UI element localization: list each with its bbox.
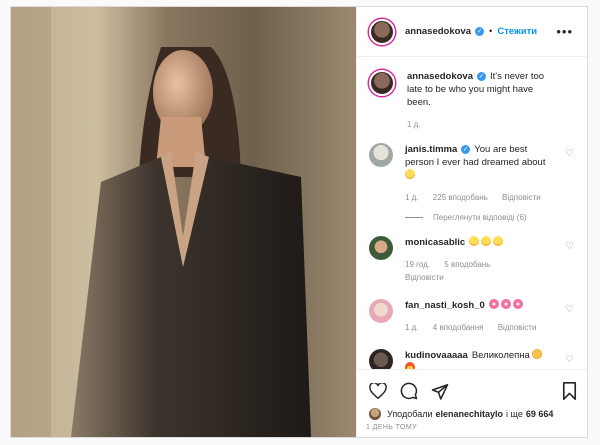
comment-time: 19 год.	[405, 260, 431, 269]
post-photo[interactable]	[11, 7, 356, 437]
comment-item: kudinovaaaaa Великолепна ♡	[369, 349, 577, 369]
replies-line	[405, 217, 423, 218]
cat-heart-eyes-emoji	[531, 349, 542, 359]
flower-emoji	[500, 299, 511, 309]
action-icons	[369, 380, 577, 402]
reply-link[interactable]: Відповісти	[498, 323, 537, 332]
comments-list[interactable]: annasedokova ✓ It's never too late to be w…	[357, 58, 587, 369]
comment-item: monicasablic 19 год. 5 вподобань Відпові…	[369, 236, 577, 284]
caption-avatar[interactable]	[369, 70, 395, 96]
commenter-username[interactable]: monicasablic	[405, 237, 465, 248]
comment-time: 1 д.	[405, 193, 419, 202]
author-username[interactable]: annasedokova	[405, 26, 471, 37]
bookmark-icon[interactable]	[562, 382, 577, 400]
caption-time: 1 д.	[407, 120, 421, 129]
liker-username[interactable]: elenanechitaylo	[435, 409, 503, 419]
separator-dot: •	[489, 26, 493, 37]
follow-button[interactable]: Стежити	[497, 26, 537, 37]
caption: annasedokova ✓ It's never too late to be w…	[369, 70, 577, 131]
comment-like-icon[interactable]: ♡	[565, 305, 575, 315]
photo-image	[11, 7, 356, 437]
liked-by-prefix: Уподобали	[387, 409, 433, 419]
comment-like-icon[interactable]: ♡	[565, 149, 575, 159]
commenter-avatar[interactable]	[369, 143, 393, 167]
view-replies-link[interactable]: Переглянути відповіді (6)	[405, 213, 577, 222]
instagram-post: annasedokova ✓ • Стежити ••• annasedokov…	[10, 6, 588, 438]
commenter-username[interactable]: fan_nasti_kosh_0	[405, 300, 485, 311]
caption-username[interactable]: annasedokova	[407, 71, 473, 82]
comment-time: 1 д.	[405, 323, 419, 332]
comment-like-icon[interactable]: ♡	[565, 355, 575, 365]
commenter-avatar[interactable]	[369, 299, 393, 323]
post-side-panel: annasedokova ✓ • Стежити ••• annasedokov…	[356, 7, 587, 437]
comment-like-icon[interactable]: ♡	[565, 242, 575, 252]
author-avatar[interactable]	[369, 18, 395, 45]
comment-item: janis.timma ✓ You are best person I ever h…	[369, 143, 577, 204]
reply-link[interactable]: Відповісти	[502, 193, 541, 202]
commenter-avatar[interactable]	[369, 236, 393, 260]
post-header: annasedokova ✓ • Стежити •••	[357, 7, 587, 57]
verified-icon: ✓	[461, 144, 471, 154]
reply-link[interactable]: Відповісти	[405, 273, 444, 282]
commenter-username[interactable]: janis.timma	[405, 144, 457, 155]
likes-count[interactable]: 69 664	[526, 409, 554, 419]
heart-icon[interactable]	[369, 383, 387, 399]
comment-item: fan_nasti_kosh_0 1 д. 4 вподобання Відпо…	[369, 299, 577, 334]
comment-text: Великолепна	[471, 350, 530, 361]
heart-eyes-emoji	[405, 169, 415, 179]
flower-emoji	[488, 299, 499, 309]
liked-by: Уподобали elenanechitaylo і ще 69 664	[369, 408, 577, 420]
comment-likes[interactable]: 4 вподобання	[433, 323, 484, 332]
heart-eyes-emoji	[493, 236, 504, 246]
view-replies-label[interactable]: Переглянути відповіді (6)	[433, 213, 527, 222]
liker-avatar[interactable]	[369, 408, 381, 420]
heart-eyes-emoji	[469, 236, 480, 246]
post-actions: Уподобали elenanechitaylo і ще 69 664	[357, 369, 587, 420]
commenter-avatar[interactable]	[369, 349, 393, 369]
commenter-username[interactable]: kudinovaaaaa	[405, 350, 468, 361]
heart-eyes-emoji	[481, 236, 492, 246]
liked-by-joiner: і ще	[506, 409, 523, 419]
fire-emoji	[405, 362, 415, 369]
share-icon[interactable]	[431, 383, 449, 400]
more-icon[interactable]: •••	[556, 24, 573, 39]
post-timestamp[interactable]: 1 день тому	[366, 424, 417, 431]
verified-icon: ✓	[477, 71, 486, 81]
comment-likes[interactable]: 225 вподобань	[433, 193, 488, 202]
flower-emoji	[512, 299, 523, 309]
comment-likes[interactable]: 5 вподобань	[444, 260, 490, 269]
verified-icon: ✓	[475, 27, 484, 36]
comment-icon[interactable]	[400, 382, 418, 400]
